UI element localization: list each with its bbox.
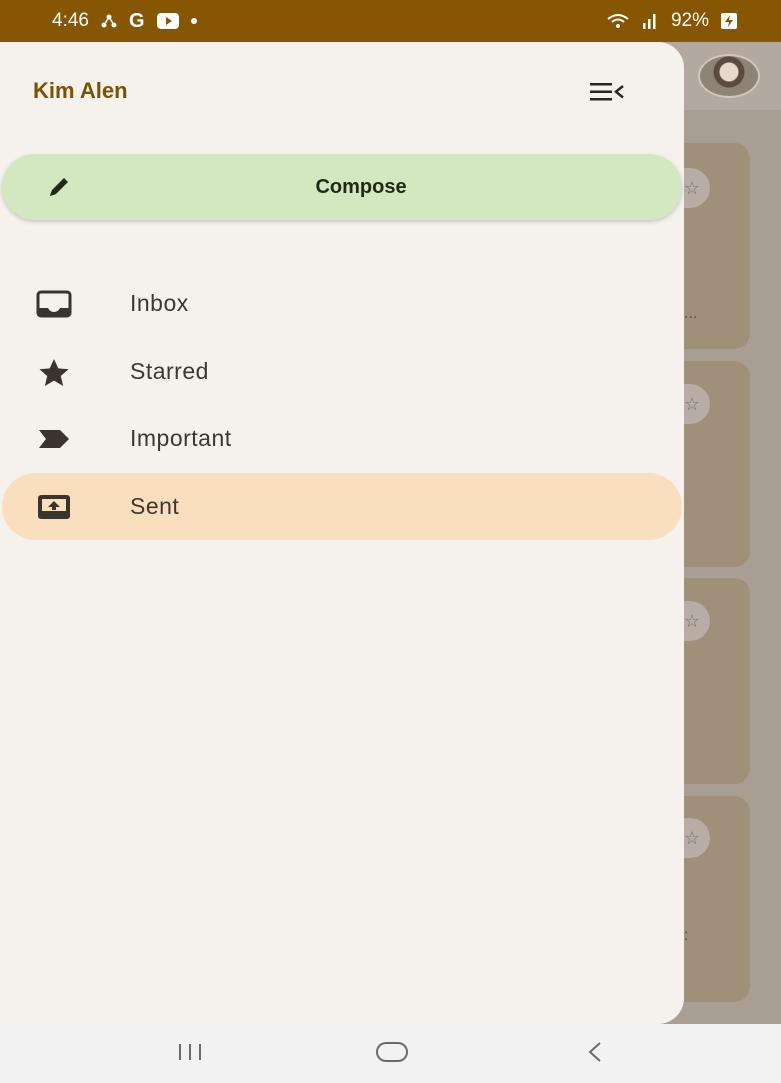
back-icon[interactable] (584, 1040, 604, 1069)
important-icon (36, 425, 72, 453)
tree-icon (101, 14, 117, 28)
compose-button[interactable]: Compose (2, 154, 682, 220)
nav-item-inbox[interactable]: Inbox (2, 270, 682, 337)
battery-percent: 92% (670, 10, 709, 31)
home-icon[interactable] (374, 1040, 410, 1069)
pencil-icon (46, 176, 72, 203)
nav-item-label: Starred (130, 358, 209, 384)
snippet-ellipsis: ... (684, 305, 698, 322)
avatar[interactable] (698, 54, 760, 98)
nav-item-starred[interactable]: Starred (2, 338, 682, 405)
star-icon (36, 358, 72, 386)
status-bar-left: 4:46 G (52, 10, 197, 33)
youtube-icon (156, 13, 179, 29)
account-name: Kim Alen (33, 78, 128, 103)
wifi-icon (607, 13, 629, 29)
status-bar-right: 92% (607, 10, 737, 32)
dot-icon (190, 18, 197, 24)
compose-label: Compose (315, 175, 407, 198)
battery-charging-icon (721, 13, 737, 29)
sent-icon (36, 493, 72, 521)
navigation-drawer: Kim Alen Compose Inbox Starred Important (0, 42, 684, 1024)
nav-item-important[interactable]: Important (2, 405, 682, 472)
nav-item-label: Inbox (130, 290, 189, 316)
nav-item-sent[interactable]: Sent (2, 473, 682, 540)
nav-item-label: Sent (130, 493, 180, 519)
system-nav-bar (0, 1024, 781, 1083)
nav-item-label: Important (130, 425, 232, 451)
recent-apps-icon[interactable] (176, 1040, 204, 1069)
signal-icon (641, 13, 659, 29)
google-icon: G (128, 9, 145, 32)
close-drawer-icon[interactable] (590, 80, 626, 104)
status-time: 4:46 (52, 10, 89, 31)
inbox-icon (36, 290, 72, 318)
status-bar: 4:46 G 92% (0, 0, 781, 42)
snippet-ellipsis: : (684, 927, 689, 944)
